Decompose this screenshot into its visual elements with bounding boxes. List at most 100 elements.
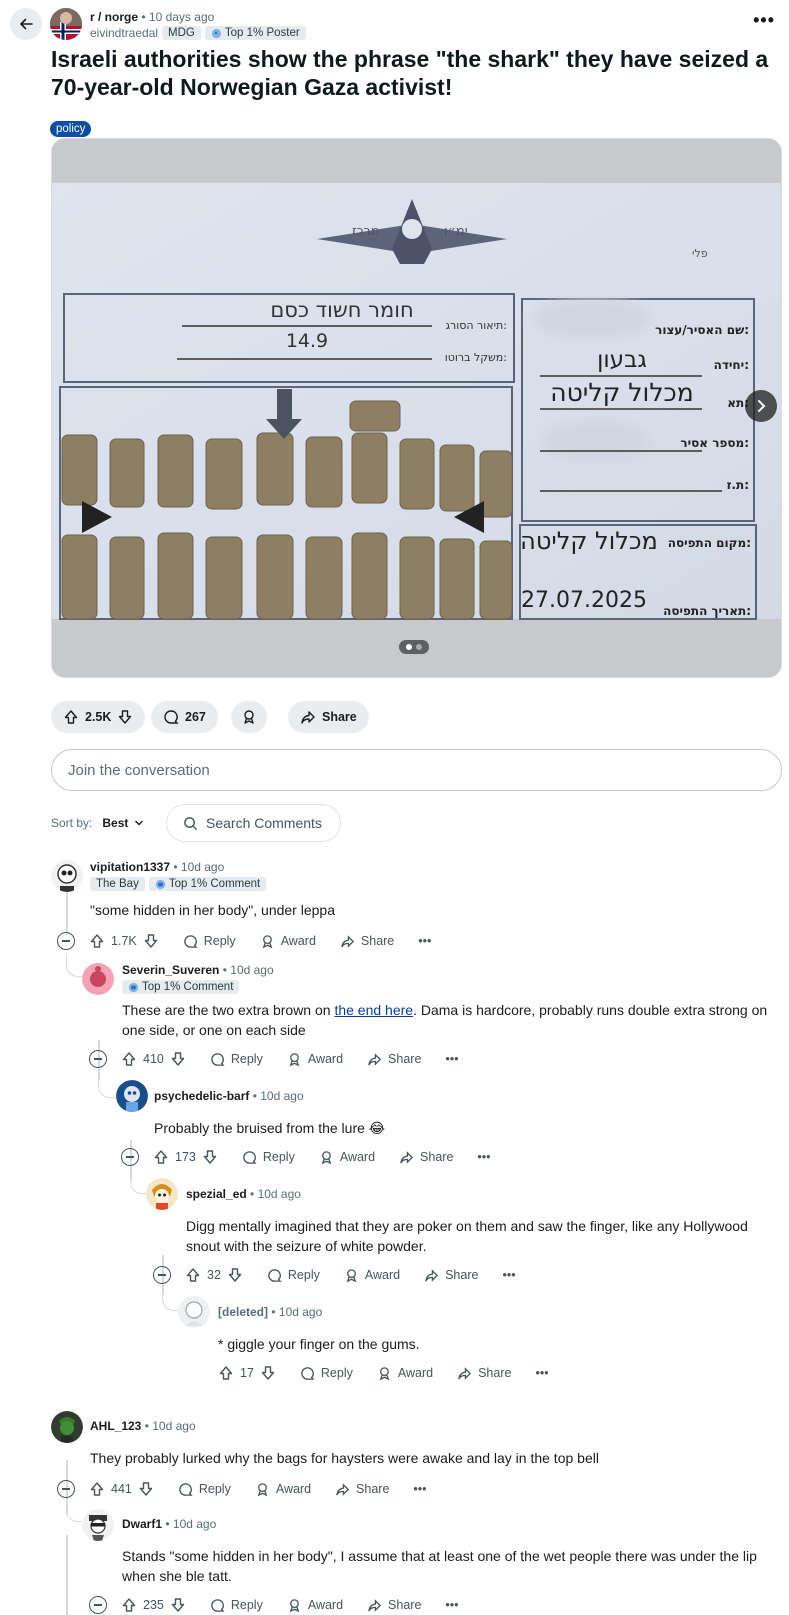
more-options-icon[interactable]: •••	[535, 1366, 548, 1380]
downvote-icon[interactable]	[227, 1267, 243, 1283]
comment-author[interactable]: psychedelic-barf	[154, 1089, 249, 1103]
award-button[interactable]: Award	[344, 1268, 400, 1283]
share-button[interactable]: Share	[335, 1482, 389, 1497]
more-options-icon[interactable]: •••	[445, 1052, 458, 1066]
award-button[interactable]: Award	[260, 934, 316, 949]
downvote-icon[interactable]	[260, 1365, 276, 1381]
arrow-left-icon	[20, 18, 33, 30]
reply-button[interactable]: Reply	[300, 1366, 353, 1381]
share-button[interactable]: Share	[367, 1598, 421, 1613]
more-options-icon[interactable]: •••	[418, 934, 431, 948]
share-button[interactable]: Share	[457, 1366, 511, 1381]
award-button[interactable]: Award	[319, 1150, 375, 1165]
subreddit-avatar[interactable]	[50, 8, 82, 40]
share-button[interactable]: Share	[367, 1052, 421, 1067]
upvote-icon[interactable]	[153, 1149, 169, 1165]
comment-actions: 235 Reply Award Share •••	[89, 1593, 483, 1615]
comment-author[interactable]: AHL_123	[90, 1419, 141, 1433]
downvote-icon[interactable]	[143, 933, 159, 949]
thread-elbow	[66, 955, 82, 977]
downvote-icon[interactable]	[117, 709, 133, 725]
upvote-icon[interactable]	[89, 933, 105, 949]
share-icon	[400, 1150, 414, 1164]
award-icon	[289, 1052, 300, 1066]
upvote-icon[interactable]	[121, 1051, 137, 1067]
upvote-icon[interactable]	[218, 1365, 234, 1381]
join-conversation-input[interactable]: Join the conversation	[51, 749, 782, 791]
award-button[interactable]: Award	[287, 1598, 343, 1613]
comment-time: 10d ago	[278, 1305, 323, 1319]
substance-label: תיאור הסורג:	[445, 319, 507, 332]
comment-avatar[interactable]	[116, 1080, 148, 1112]
share-icon	[458, 1366, 472, 1380]
more-options-icon[interactable]: •••	[445, 1598, 458, 1612]
downvote-icon[interactable]	[138, 1481, 154, 1497]
vote-count: 32	[207, 1268, 221, 1282]
collapse-thread-button[interactable]	[121, 1148, 139, 1166]
comment-actions: 441 Reply Award Share •••	[57, 1477, 451, 1501]
downvote-icon[interactable]	[202, 1149, 218, 1165]
collapse-thread-button[interactable]	[153, 1266, 171, 1284]
comments-button[interactable]: 267	[151, 701, 218, 733]
gallery-dot[interactable]	[416, 644, 422, 650]
comment-avatar[interactable]	[82, 963, 114, 995]
gallery-dot-active[interactable]	[406, 644, 412, 650]
award-button[interactable]: Award	[377, 1366, 433, 1381]
comment-avatar[interactable]	[82, 1509, 114, 1541]
share-button[interactable]: Share	[399, 1150, 453, 1165]
reply-button[interactable]: Reply	[210, 1052, 263, 1067]
comment-count: 267	[185, 710, 206, 724]
post-image-gallery[interactable]: מרכז ימ״ן פלי חומר חשוד כסם תיאור הסורג:…	[51, 138, 782, 678]
more-options-icon[interactable]: •••	[477, 1150, 490, 1164]
back-button[interactable]	[10, 8, 42, 40]
comment-author[interactable]: vipitation1337	[90, 860, 170, 874]
comment-author[interactable]: spezial_ed	[186, 1187, 247, 1201]
collapse-thread-button[interactable]	[89, 1596, 107, 1614]
collapse-thread-button[interactable]	[89, 1050, 107, 1068]
author-name[interactable]: eivindtraedal	[90, 26, 158, 40]
award-button[interactable]: Award	[255, 1482, 311, 1497]
comment-avatar[interactable]	[51, 860, 83, 892]
thread-elbow	[66, 1500, 82, 1522]
more-options-icon[interactable]: •••	[502, 1268, 515, 1282]
share-button[interactable]: Share	[424, 1268, 478, 1283]
upvote-icon[interactable]	[63, 709, 79, 725]
sort-label: Sort by:	[51, 816, 93, 830]
reply-button[interactable]: Reply	[183, 934, 236, 949]
comment-author[interactable]: Dwarf1	[122, 1517, 162, 1531]
emblem-text-right: ימ״ן	[444, 224, 468, 239]
more-options-icon[interactable]: •••	[413, 1482, 426, 1496]
weight-label: משקל ברוטו:	[445, 351, 507, 364]
downvote-icon[interactable]	[170, 1597, 186, 1613]
reply-button[interactable]: Reply	[267, 1268, 320, 1283]
award-button[interactable]	[231, 701, 267, 733]
share-button[interactable]: Share	[340, 934, 394, 949]
upvote-icon[interactable]	[185, 1267, 201, 1283]
more-options-icon[interactable]: •••	[753, 10, 775, 31]
search-comments-input[interactable]: Search Comments	[166, 804, 341, 842]
subreddit-name[interactable]: r / norge	[90, 10, 138, 24]
place-label: מקום התפיסה:	[668, 536, 751, 550]
comment-avatar[interactable]	[51, 1411, 83, 1443]
post-flair[interactable]: policy	[50, 121, 92, 137]
reply-button[interactable]: Reply	[210, 1598, 263, 1613]
collapse-thread-button[interactable]	[57, 932, 75, 950]
comment-avatar[interactable]	[146, 1178, 178, 1210]
reply-button[interactable]: Reply	[178, 1482, 231, 1497]
share-button[interactable]: Share	[288, 701, 369, 733]
downvote-icon[interactable]	[170, 1051, 186, 1067]
upvote-icon[interactable]	[121, 1597, 137, 1613]
share-icon	[368, 1052, 382, 1066]
reply-button[interactable]: Reply	[242, 1150, 295, 1165]
comment-actions: 410 Reply Award Share •••	[89, 1047, 483, 1071]
comment-avatar[interactable]	[178, 1296, 210, 1328]
upvote-icon[interactable]	[89, 1481, 105, 1497]
collapse-thread-button[interactable]	[57, 1480, 75, 1498]
place-text: מכלול קליטה	[520, 527, 658, 555]
award-icon	[321, 1150, 332, 1164]
award-button[interactable]: Award	[287, 1052, 343, 1067]
comment-link[interactable]: the end here	[334, 1002, 413, 1018]
comment-author[interactable]: Severin_Suveren	[122, 963, 219, 977]
sort-dropdown[interactable]: Best	[102, 816, 144, 830]
next-image-button[interactable]	[745, 390, 777, 422]
